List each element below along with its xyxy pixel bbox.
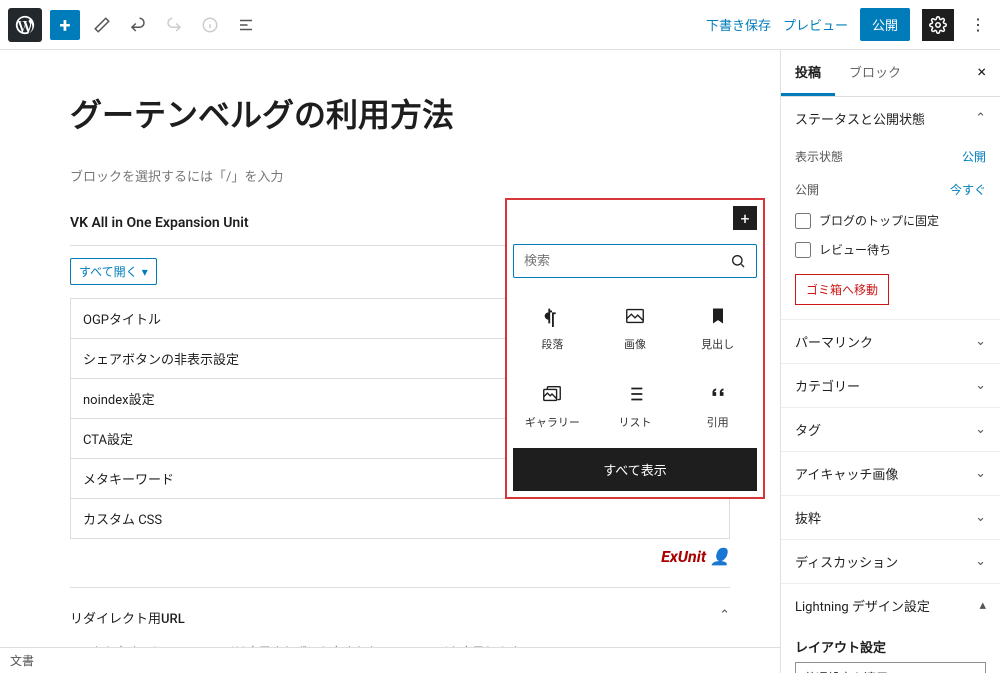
list-icon bbox=[623, 382, 647, 406]
block-image[interactable]: 画像 bbox=[596, 298, 675, 358]
info-icon[interactable] bbox=[196, 11, 224, 39]
block-placeholder[interactable]: ブロックを選択するには「/」を入力 bbox=[70, 166, 730, 185]
block-gallery[interactable]: ギャラリー bbox=[513, 376, 592, 436]
pending-checkbox-row[interactable]: レビュー待ち bbox=[781, 235, 1000, 264]
discussion-panel[interactable]: ディスカッション⌄ bbox=[781, 540, 1000, 583]
block-inserter-popover: + 段落 画像 見出し ギャラリー リスト 引用 すべて表示 bbox=[505, 198, 765, 499]
paragraph-icon bbox=[540, 304, 564, 328]
tab-block[interactable]: ブロック bbox=[835, 50, 915, 96]
lightning-panel[interactable]: Lightning デザイン設定▴ bbox=[781, 584, 1000, 627]
redo-icon[interactable] bbox=[160, 11, 188, 39]
publish-value[interactable]: 今すぐ bbox=[950, 181, 986, 198]
tab-post[interactable]: 投稿 bbox=[781, 50, 835, 96]
stick-checkbox[interactable] bbox=[795, 213, 811, 229]
categories-panel[interactable]: カテゴリー⌄ bbox=[781, 364, 1000, 407]
undo-icon[interactable] bbox=[124, 11, 152, 39]
status-panel-toggle[interactable]: ステータスと公開状態⌃ bbox=[781, 97, 1000, 140]
publish-label: 公開 bbox=[795, 181, 819, 198]
visibility-label: 表示状態 bbox=[795, 148, 843, 165]
gallery-icon bbox=[540, 382, 564, 406]
layout-label: レイアウト設定 bbox=[781, 627, 1000, 662]
settings-sidebar: 投稿 ブロック × ステータスと公開状態⌃ 表示状態公開 公開今すぐ ブログのト… bbox=[780, 50, 1000, 673]
chevron-down-icon: ⌄ bbox=[975, 378, 986, 393]
caret-down-icon: ▾ bbox=[142, 265, 148, 279]
move-to-trash-button[interactable]: ゴミ箱へ移動 bbox=[795, 274, 889, 305]
pending-checkbox[interactable] bbox=[795, 242, 811, 258]
excerpt-panel[interactable]: 抜粋⌄ bbox=[781, 496, 1000, 539]
settings-button[interactable] bbox=[922, 9, 954, 41]
publish-button[interactable]: 公開 bbox=[860, 8, 910, 41]
chevron-down-icon: ⌄ bbox=[975, 554, 986, 569]
post-title[interactable]: グーテンベルグの利用方法 bbox=[70, 90, 730, 136]
preview-button[interactable]: プレビュー bbox=[783, 15, 848, 34]
chevron-up-icon: ⌃ bbox=[719, 608, 730, 627]
wordpress-logo[interactable] bbox=[8, 8, 42, 42]
permalink-panel[interactable]: パーマリンク⌄ bbox=[781, 320, 1000, 363]
chevron-up-icon: ▴ bbox=[979, 598, 986, 613]
bookmark-icon bbox=[706, 304, 730, 328]
top-toolbar: + 下書き保存 プレビュー 公開 ⋮ bbox=[0, 0, 1000, 50]
tags-panel[interactable]: タグ⌄ bbox=[781, 408, 1000, 451]
layout-select[interactable]: 共通設定を適用 bbox=[795, 662, 986, 673]
add-block-button[interactable]: + bbox=[50, 10, 80, 40]
show-all-blocks-button[interactable]: すべて表示 bbox=[513, 448, 757, 491]
edit-icon[interactable] bbox=[88, 11, 116, 39]
block-quote[interactable]: 引用 bbox=[678, 376, 757, 436]
image-icon bbox=[623, 304, 647, 328]
close-sidebar-button[interactable]: × bbox=[963, 50, 1000, 96]
chevron-up-icon: ⌃ bbox=[975, 111, 986, 126]
editor-canvas: グーテンベルグの利用方法 ブロックを選択するには「/」を入力 VK All in… bbox=[0, 50, 780, 673]
featured-image-panel[interactable]: アイキャッチ画像⌄ bbox=[781, 452, 1000, 495]
visibility-value[interactable]: 公開 bbox=[962, 148, 986, 165]
chevron-down-icon: ⌄ bbox=[975, 422, 986, 437]
breadcrumb[interactable]: 文書 bbox=[0, 647, 780, 673]
save-draft-button[interactable]: 下書き保存 bbox=[706, 15, 771, 34]
block-search[interactable] bbox=[513, 244, 757, 278]
outline-icon[interactable] bbox=[232, 11, 260, 39]
chevron-down-icon: ⌄ bbox=[975, 510, 986, 525]
chevron-down-icon: ⌄ bbox=[975, 466, 986, 481]
accordion-item[interactable]: カスタム CSS bbox=[71, 498, 729, 538]
block-search-input[interactable] bbox=[524, 254, 730, 269]
block-paragraph[interactable]: 段落 bbox=[513, 298, 592, 358]
stick-checkbox-row[interactable]: ブログのトップに固定 bbox=[781, 206, 1000, 235]
search-icon bbox=[730, 253, 746, 269]
quote-icon bbox=[706, 382, 730, 406]
more-menu-button[interactable]: ⋮ bbox=[966, 15, 990, 34]
exunit-brand: ExUnit 👤 bbox=[70, 547, 730, 567]
inserter-toggle-button[interactable]: + bbox=[733, 206, 757, 230]
open-all-button[interactable]: すべて開く ▾ bbox=[70, 258, 157, 285]
redirect-panel-toggle[interactable]: リダイレクト用URL⌃ bbox=[70, 600, 730, 635]
chevron-down-icon: ⌄ bbox=[975, 334, 986, 349]
block-list[interactable]: リスト bbox=[596, 376, 675, 436]
block-heading[interactable]: 見出し bbox=[678, 298, 757, 358]
